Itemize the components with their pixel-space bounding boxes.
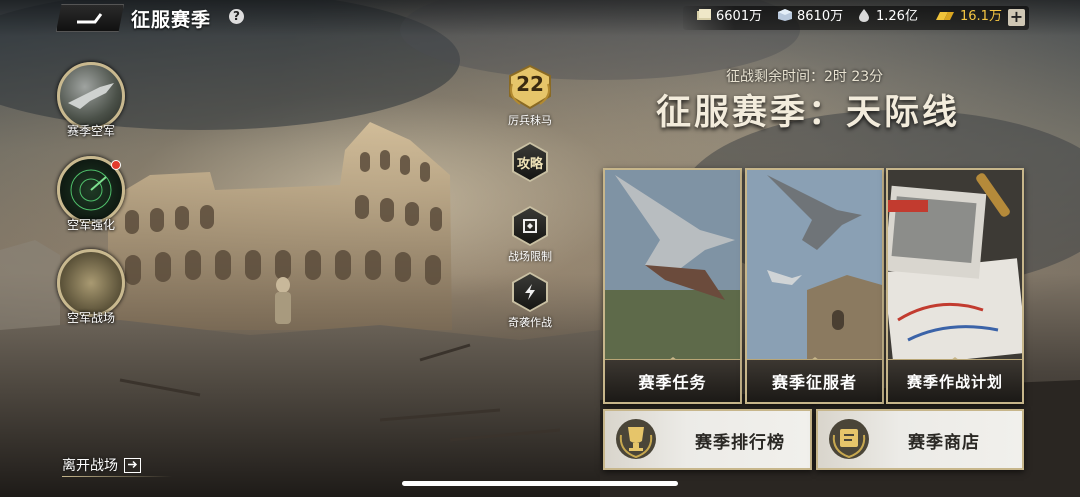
level-number: 22	[516, 72, 544, 96]
back-button[interactable]	[56, 4, 124, 32]
map-terrain-icon	[57, 249, 125, 317]
resource-oil: 1.26亿	[856, 5, 918, 24]
strategy-icon: 攻略	[514, 144, 546, 180]
season-ranking-label: 赛季排行榜	[695, 433, 785, 453]
season-tasks-label: 赛季任务	[605, 359, 740, 402]
home-indicator[interactable]	[402, 481, 678, 486]
resource-cube: 8610万	[777, 5, 843, 24]
resource-gold: 16.1万	[934, 5, 1002, 24]
jet-avatar-icon	[57, 62, 125, 130]
season-timer-value: 2时 23分	[824, 69, 884, 85]
strategy-button[interactable]: 攻略	[490, 142, 570, 182]
air-battlefield-button[interactable]: 空军战场	[55, 249, 127, 326]
raid-label: 奇袭作战	[508, 316, 552, 329]
season-title: 征服赛季：天际线	[656, 93, 961, 133]
air-upgrade-button[interactable]: 空军强化	[55, 156, 127, 233]
season-conqueror-label: 赛季征服者	[747, 359, 882, 402]
shop-icon	[829, 419, 869, 459]
season-timer-label: 征战剩余时间：	[726, 69, 824, 85]
fighter-jet-art	[605, 170, 740, 360]
gold-icon	[936, 11, 954, 20]
exit-icon	[124, 457, 141, 473]
add-gold-button[interactable]: +	[1008, 9, 1025, 26]
air-force-label: 赛季空军	[66, 124, 115, 138]
season-timer: 征战剩余时间：2时 23分	[726, 66, 883, 86]
resource-cash-value: 6601万	[716, 9, 763, 24]
season-plan-label: 赛季作战计划	[888, 359, 1022, 402]
resource-oil-value: 1.26亿	[876, 9, 918, 24]
jets-over-ruins-art	[747, 170, 882, 360]
back-arrow-icon	[77, 13, 103, 24]
season-conqueror-card[interactable]: 赛季征服者	[745, 168, 884, 404]
resource-cube-value: 8610万	[797, 9, 844, 24]
battle-limit-button[interactable]: 战场限制	[490, 206, 570, 264]
leave-underline	[62, 476, 172, 477]
season-tasks-card[interactable]: 赛季任务	[603, 168, 742, 404]
air-force-button[interactable]: 赛季空军	[55, 62, 127, 139]
trophy-icon	[616, 419, 656, 459]
leave-battlefield-label: 离开战场	[62, 458, 118, 474]
level-badge-button[interactable]: 22 厉兵秣马	[490, 64, 570, 128]
shield-limit-icon	[523, 219, 537, 233]
lightning-icon	[525, 284, 535, 300]
help-icon[interactable]: ?	[229, 9, 244, 24]
season-plan-card[interactable]: 赛季作战计划	[886, 168, 1024, 404]
oil-icon	[859, 8, 869, 22]
season-shop-label: 赛季商店	[908, 433, 980, 453]
level-label: 厉兵秣马	[508, 114, 552, 127]
battle-plan-map-art	[888, 170, 1022, 360]
cash-icon	[697, 8, 711, 20]
raid-button[interactable]: 奇袭作战	[490, 272, 570, 330]
air-battlefield-label: 空军战场	[66, 311, 115, 325]
laurel-badge-icon: 22	[506, 64, 554, 110]
cube-icon	[778, 8, 792, 21]
leave-battlefield-button[interactable]: 离开战场	[62, 455, 141, 475]
notification-dot	[111, 160, 121, 170]
resource-gold-value: 16.1万	[960, 9, 1002, 24]
air-upgrade-label: 空军强化	[66, 218, 115, 232]
page-title: 征服赛季	[131, 9, 212, 31]
season-ranking-button[interactable]: 赛季排行榜	[603, 409, 812, 470]
battle-limit-label: 战场限制	[508, 250, 552, 263]
season-shop-button[interactable]: 赛季商店	[816, 409, 1024, 470]
resource-cash: 6601万	[696, 5, 762, 24]
